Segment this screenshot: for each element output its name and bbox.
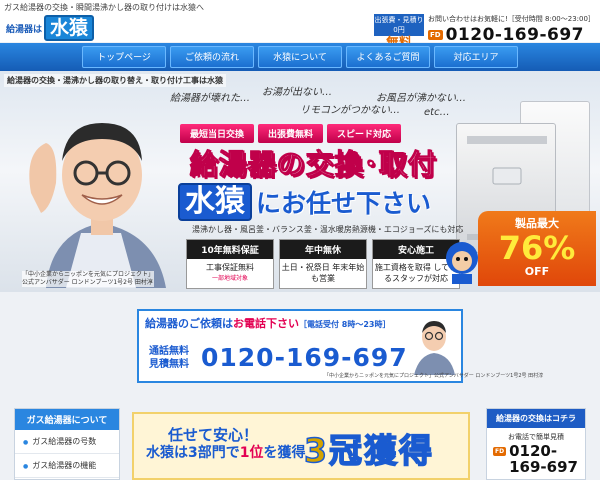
tag-free-visit: 出張費無料 xyxy=(258,124,324,143)
hero-banner: 給湯器の交換・湯沸かし器の取り替え・取り付け工事は水猿 給湯器が壊れた… お湯が… xyxy=(0,71,600,292)
hero-leave-it: にお任せ下さい xyxy=(256,189,432,218)
badge-warranty-note: 一部地域対象 xyxy=(211,275,248,282)
feature-tags: 最短当日交換 出張費無料 スピード対応 xyxy=(180,124,402,143)
nav-area[interactable]: 対応エリア xyxy=(434,46,518,68)
nav-about[interactable]: 水猿について xyxy=(258,46,342,68)
freedial-icon-small: FD xyxy=(493,447,507,456)
ambassador-caption: 「中小企業からニッポンを元気にプロジェクト」 公式アンバサダー ロンドンブーツ1… xyxy=(22,271,155,287)
banner-ambassador-photo xyxy=(414,321,455,375)
header-contact: お問い合わせはお気軽に!［受付時間 8:00～23:00］ FD 0120-16… xyxy=(428,14,598,45)
phone-banner-title: 給湯器のご依頼はお電話下さい［電話受付 8時～23時］ xyxy=(145,315,390,331)
badge-open-title: 年中無休 xyxy=(280,240,366,259)
sidebar-item-functions[interactable]: ガス給湯器の機能 xyxy=(15,454,119,478)
phone-banner[interactable]: 給湯器のご依頼はお電話下さい［電話受付 8時～23時］ 通話無料 見積無料 01… xyxy=(137,309,543,383)
sidebar: ガス給湯器について ガス給湯器の号数 ガス給湯器の機能 xyxy=(14,408,120,480)
worry-bubble-1: 給湯器が壊れた… xyxy=(170,93,250,104)
header-phone-link[interactable]: FD 0120-169-697 xyxy=(428,25,598,45)
nav-top[interactable]: トップページ xyxy=(82,46,166,68)
award-big-text: 3冠獲得 xyxy=(303,430,434,471)
badge-warranty-title: 10年無料保証 xyxy=(187,240,273,259)
discount-suffix: OFF xyxy=(524,265,550,278)
right-card-phone[interactable]: FD 0120- 169-697 xyxy=(493,443,578,475)
badge-open-body: 土日・祝祭日 年末年始も営業 xyxy=(281,263,365,283)
hero-brand: 水猿 xyxy=(178,183,252,221)
logo-small-text: 給湯器は xyxy=(6,24,43,35)
monkey-mascot-icon xyxy=(446,242,478,284)
freedial-icon: FD xyxy=(428,30,443,40)
nav-faq[interactable]: よくあるご質問 xyxy=(346,46,430,68)
site-tagline: ガス給湯器の交換・瞬間湯沸かし器の取り付けは水猿へ xyxy=(0,0,600,13)
phone-banner-free-call: 通話無料 xyxy=(149,346,189,357)
phone-banner-title-a: 給湯器のご依頼は xyxy=(145,317,233,330)
right-contact-card: 給湯器の交換はコチラ お電話で簡単見積 FD 0120- 169-697 xyxy=(486,408,586,480)
phone-banner-free-estimate: 見積無料 xyxy=(149,359,189,370)
award-line2: 水猿は3部門で1位を獲得 xyxy=(146,442,306,462)
phone-banner-number: 0120-169-697 xyxy=(201,343,408,372)
site-logo[interactable]: 給湯器は 水猿 xyxy=(6,15,95,41)
ambassador-photo xyxy=(29,123,166,288)
award-card: 任せて安心！ 水猿は3部門で1位を獲得 3冠獲得 xyxy=(132,412,470,480)
tag-speed: スピード対応 xyxy=(327,124,402,143)
main-nav: トップページ ご依頼の流れ 水猿について よくあるご質問 対応エリア xyxy=(0,43,600,71)
contact-hours: お問い合わせはお気軽に!［受付時間 8:00～23:00］ xyxy=(428,15,595,23)
worry-bubble-4: お風呂が沸かない… xyxy=(376,93,466,104)
right-card-phone-number: 0120- 169-697 xyxy=(509,443,578,475)
badge-warranty-body: 工事保証無料 xyxy=(206,263,254,272)
badge-warranty: 10年無料保証 工事保証無料 一部地域対象 xyxy=(186,239,274,289)
phone-banner-caption: 「中小企業からニッポンを元気にプロジェクト」公式アンバサダー ロンドンブーツ1号… xyxy=(324,373,544,379)
free-estimate-label: 出張費・見積り0円 xyxy=(374,14,424,36)
award-line2-a: 水猿は3部門で xyxy=(146,445,240,461)
award-line2-b: 1位 xyxy=(239,445,264,461)
phone-banner-title-b: お電話下さい xyxy=(233,317,299,330)
phone-banner-free: 通話無料 見積無料 xyxy=(149,345,189,371)
worry-bubble-2: お湯が出ない… xyxy=(262,87,332,98)
discount-badge: 製品最大 76% OFF xyxy=(478,211,596,286)
ambassador-caption-line2: 公式アンバサダー ロンドンブーツ1号2号 田村淳 xyxy=(22,279,153,286)
header: 給湯器は 水猿 出張費・見積り0円 無料 お問い合わせはお気軽に!［受付時間 8… xyxy=(0,13,600,51)
hero-subheadline: 水猿 にお任せ下さい xyxy=(178,183,431,221)
award-line2-c: を獲得 xyxy=(263,445,306,461)
discount-value: 76% xyxy=(498,229,576,267)
service-badges: 10年無料保証 工事保証無料 一部地域対象 年中無休 土日・祝祭日 年末年始も営… xyxy=(186,239,460,289)
right-card-sub: お電話で簡単見積 xyxy=(508,433,564,441)
right-card-heading: 給湯器の交換はコチラ xyxy=(487,409,585,428)
tag-same-day: 最短当日交換 xyxy=(180,124,255,143)
right-card-phone-b: 169-697 xyxy=(509,458,578,476)
ambassador-caption-line1: 「中小企業からニッポンを元気にプロジェクト」 xyxy=(22,271,155,278)
sidebar-item-capacity[interactable]: ガス給湯器の号数 xyxy=(15,430,119,454)
nav-flow[interactable]: ご依頼の流れ xyxy=(170,46,254,68)
worry-bubble-5: etc… xyxy=(424,107,450,118)
badge-open-all-year: 年中無休 土日・祝祭日 年末年始も営業 xyxy=(279,239,367,289)
header-phone-number: 0120-169-697 xyxy=(445,25,584,45)
hero-supported-types: 湯沸かし器・風呂釜・バランス釜・温水暖房熱源機・エコジョーズにも対応 xyxy=(192,225,464,234)
phone-banner-hours: ［電話受付 8時～23時］ xyxy=(299,320,391,329)
logo-big-text: 水猿 xyxy=(44,15,95,41)
hero-headline: 給湯器の交換･取付 xyxy=(189,148,438,182)
sidebar-heading: ガス給湯器について xyxy=(15,409,119,430)
